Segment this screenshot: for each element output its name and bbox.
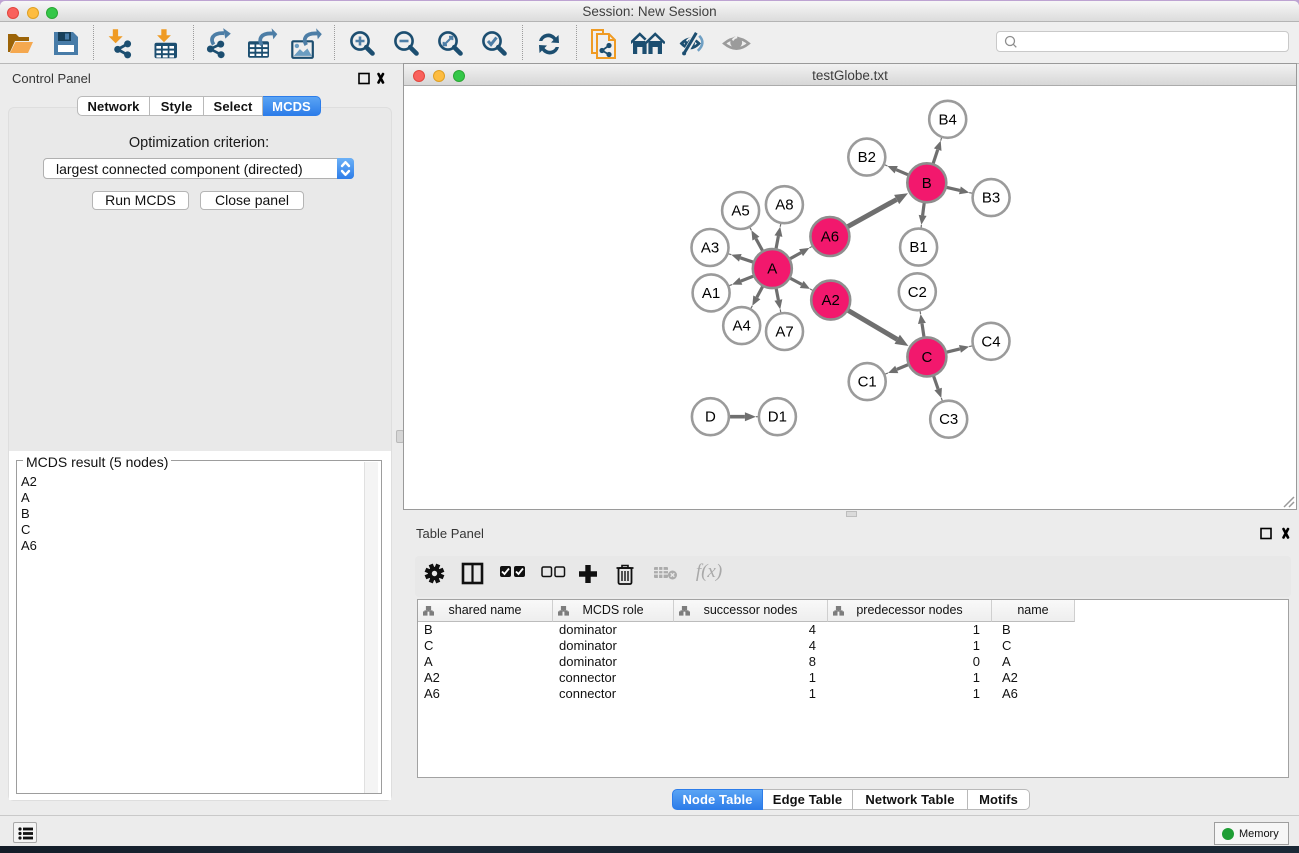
svg-text:B3: B3: [982, 190, 1000, 207]
svg-text:C2: C2: [908, 284, 927, 301]
svg-text:A5: A5: [731, 203, 749, 220]
svg-text:A4: A4: [733, 318, 751, 335]
svg-text:D: D: [705, 409, 716, 426]
svg-text:B4: B4: [939, 111, 957, 128]
svg-text:B2: B2: [858, 149, 876, 166]
svg-text:A7: A7: [775, 324, 793, 341]
svg-text:A1: A1: [702, 285, 720, 302]
svg-text:C: C: [921, 349, 932, 366]
svg-text:A3: A3: [701, 240, 719, 257]
svg-text:C3: C3: [939, 411, 958, 428]
svg-text:A: A: [767, 261, 777, 278]
svg-text:D1: D1: [768, 409, 787, 426]
svg-text:A8: A8: [775, 197, 793, 214]
svg-text:B: B: [922, 175, 932, 192]
svg-text:A6: A6: [821, 229, 839, 246]
svg-text:B1: B1: [909, 239, 927, 256]
svg-text:A2: A2: [822, 292, 840, 309]
svg-text:C1: C1: [858, 374, 877, 391]
svg-text:C4: C4: [981, 333, 1000, 350]
